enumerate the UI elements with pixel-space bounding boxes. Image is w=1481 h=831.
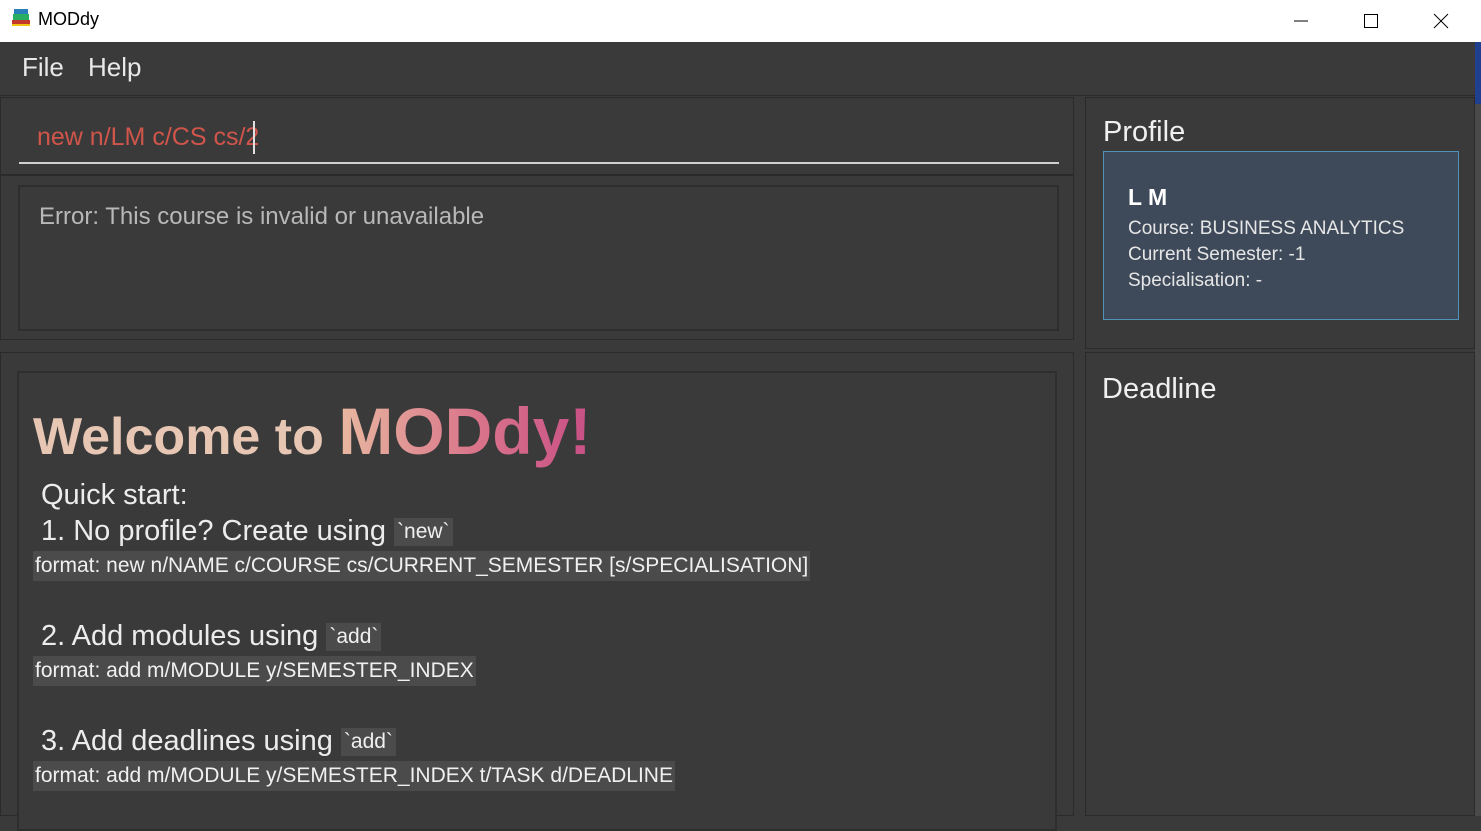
welcome-view[interactable]: Welcome to MODdy! Quick start: 1. No pro… [17,371,1057,831]
deadline-title: Deadline [1102,373,1217,405]
close-icon [1433,13,1449,29]
step-2: 2. Add modules using `add` [41,620,382,653]
step-2-text: 2. Add modules using [41,620,327,652]
step-1-format: format: new n/NAME c/COURSE cs/CURRENT_S… [33,551,811,581]
step-2-format: format: add m/MODULE y/SEMESTER_INDEX [33,656,476,686]
maximize-button[interactable] [1336,0,1406,42]
close-button[interactable] [1406,0,1476,42]
minimize-button[interactable] [1266,0,1336,42]
profile-course: Course: BUSINESS ANALYTICS [1128,218,1405,239]
minimize-icon [1294,20,1308,22]
text-cursor [253,121,255,154]
main-panel: Welcome to MODdy! Quick start: 1. No pro… [0,352,1074,831]
quick-start-label: Quick start: [41,479,188,511]
window-edge [1475,42,1481,816]
step-3-format: format: add m/MODULE y/SEMESTER_INDEX t/… [33,761,675,791]
step-2-code: `add` [326,623,382,652]
step-3-code: `add` [340,728,396,757]
step-1: 1. No profile? Create using `new` [41,515,453,548]
title-bar: MODdy [0,0,1481,42]
result-display-panel: Error: This course is invalid or unavail… [0,175,1074,340]
welcome-heading: Welcome to MODdy! [33,393,591,469]
profile-specialisation: Specialisation: - [1128,270,1263,291]
step-3: 3. Add deadlines using `add` [41,725,396,758]
step-3-text: 3. Add deadlines using [41,725,341,757]
step-1-code: `new` [394,518,453,547]
result-message: Error: This course is invalid or unavail… [39,203,485,230]
profile-title: Profile [1103,116,1186,148]
profile-panel: Profile L M Course: BUSINESS ANALYTICS C… [1085,97,1475,349]
result-display[interactable]: Error: This course is invalid or unavail… [18,185,1059,331]
step-1-text: 1. No profile? Create using [41,515,395,547]
welcome-brand: MODdy! [338,394,592,468]
menu-file[interactable]: File [22,52,64,83]
window-title: MODdy [38,9,100,29]
welcome-prefix: Welcome to [33,408,339,466]
window-edge-accent [1475,42,1481,104]
menu-bar: File Help [0,42,1475,96]
profile-semester: Current Semester: -1 [1128,244,1306,265]
command-box-panel [0,97,1074,175]
deadline-panel: Deadline [1085,352,1475,816]
books-icon [12,9,30,26]
maximize-icon [1364,14,1378,28]
profile-card[interactable]: L M Course: BUSINESS ANALYTICS Current S… [1103,151,1459,320]
command-input[interactable] [19,112,1059,164]
menu-help[interactable]: Help [88,52,141,83]
profile-name: L M [1128,184,1168,210]
